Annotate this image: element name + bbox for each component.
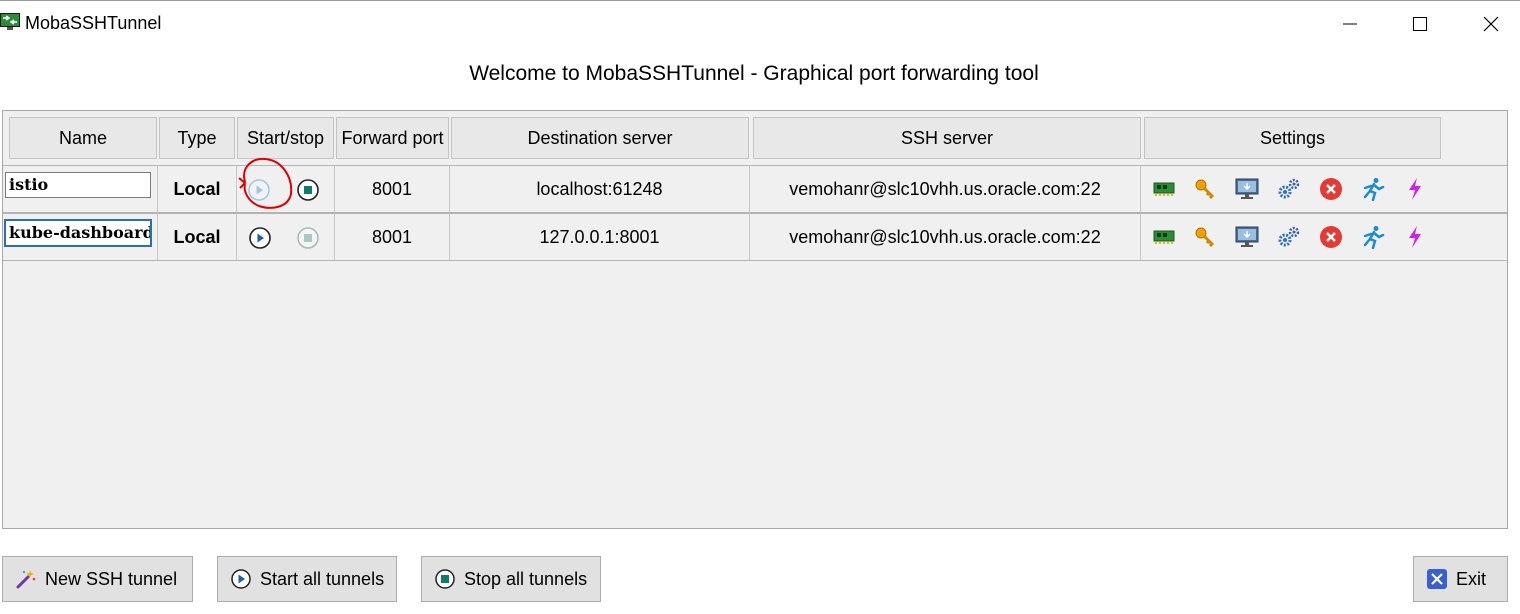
stop-tunnel-button[interactable] bbox=[295, 225, 321, 251]
exit-button[interactable]: Exit bbox=[1413, 556, 1508, 602]
key-icon[interactable] bbox=[1192, 177, 1218, 201]
minimize-button[interactable] bbox=[1327, 7, 1373, 41]
stop-all-tunnels-button[interactable]: Stop all tunnels bbox=[421, 556, 601, 602]
gears-icon[interactable] bbox=[1276, 225, 1302, 249]
table-row: kube-dashboard Local 8001 127.0.0.1:8001… bbox=[3, 213, 1507, 261]
new-ssh-tunnel-label: New SSH tunnel bbox=[45, 568, 178, 589]
welcome-heading: Welcome to MobaSSHTunnel - Graphical por… bbox=[469, 62, 1039, 85]
column-header-type: Type bbox=[159, 117, 235, 159]
lightning-icon[interactable] bbox=[1402, 225, 1428, 249]
column-header-ssh-server: SSH server bbox=[753, 117, 1141, 159]
start-all-tunnels-label: Start all tunnels bbox=[260, 568, 385, 589]
maximize-button[interactable] bbox=[1397, 7, 1443, 41]
magic-wand-icon bbox=[15, 568, 37, 590]
column-header-start-stop: Start/stop bbox=[237, 117, 334, 159]
destination-server: localhost:61248 bbox=[450, 166, 750, 212]
delete-icon[interactable] bbox=[1318, 177, 1344, 201]
tunnel-table: Name Type Start/stop Forward port Destin… bbox=[2, 110, 1508, 529]
tunnel-name-field[interactable]: kube-dashboard bbox=[4, 219, 152, 247]
title-bar: MobaSSHTunnel bbox=[0, 1, 1520, 45]
exit-icon bbox=[1426, 568, 1448, 590]
gears-icon[interactable] bbox=[1276, 177, 1302, 201]
ssh-server: vemohanr@slc10vhh.us.oracle.com:22 bbox=[750, 214, 1141, 260]
tunnel-type: Local bbox=[157, 214, 237, 260]
forward-port: 8001 bbox=[335, 214, 450, 260]
run-icon[interactable] bbox=[1360, 177, 1386, 201]
stop-all-tunnels-label: Stop all tunnels bbox=[464, 568, 588, 589]
network-card-icon[interactable] bbox=[1151, 177, 1177, 201]
column-header-destination: Destination server bbox=[451, 117, 749, 159]
ssh-server: vemohanr@slc10vhh.us.oracle.com:22 bbox=[750, 166, 1141, 212]
destination-server: 127.0.0.1:8001 bbox=[450, 214, 750, 260]
tunnel-type: Local bbox=[157, 166, 237, 212]
app-logo-icon bbox=[0, 12, 20, 32]
tunnel-name-field[interactable]: istio bbox=[5, 172, 151, 198]
monitor-icon[interactable] bbox=[1234, 225, 1260, 249]
delete-icon[interactable] bbox=[1318, 225, 1344, 249]
exit-label: Exit bbox=[1456, 568, 1487, 589]
start-all-tunnels-button[interactable]: Start all tunnels bbox=[217, 556, 397, 602]
table-row: istio Local 8001 localhost:61248 vemohan… bbox=[3, 157, 1507, 213]
network-card-icon[interactable] bbox=[1151, 225, 1177, 249]
lightning-icon[interactable] bbox=[1402, 177, 1428, 201]
run-icon[interactable] bbox=[1360, 225, 1386, 249]
column-header-name: Name bbox=[9, 117, 157, 159]
column-header-settings: Settings bbox=[1144, 117, 1441, 159]
new-ssh-tunnel-button[interactable]: New SSH tunnel bbox=[2, 556, 193, 602]
stop-icon bbox=[434, 568, 456, 590]
column-header-forward-port: Forward port bbox=[336, 117, 449, 159]
red-circle-annotation-icon bbox=[238, 157, 293, 209]
forward-port: 8001 bbox=[335, 166, 450, 212]
key-icon[interactable] bbox=[1192, 225, 1218, 249]
play-icon bbox=[230, 568, 252, 590]
monitor-icon[interactable] bbox=[1234, 177, 1260, 201]
close-button[interactable] bbox=[1468, 7, 1514, 41]
stop-tunnel-button[interactable] bbox=[295, 177, 321, 203]
window-title: MobaSSHTunnel bbox=[25, 13, 162, 33]
start-tunnel-button[interactable] bbox=[247, 225, 273, 251]
